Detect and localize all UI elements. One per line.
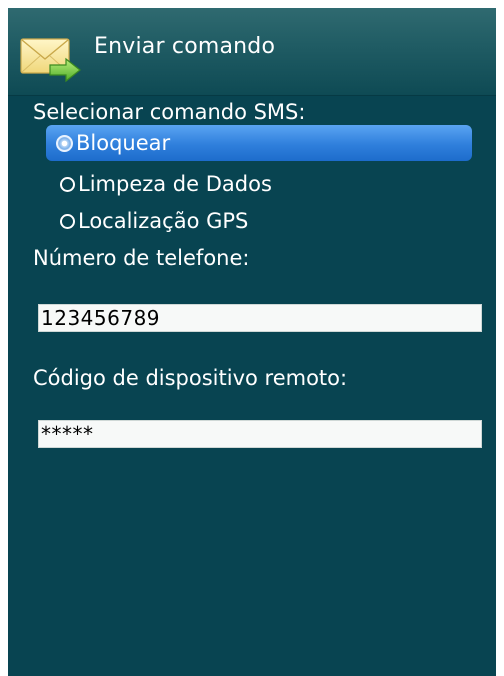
radio-option-label: Localização GPS: [78, 209, 249, 233]
radio-unselected-icon: [60, 213, 75, 229]
send-command-screen: Enviar comando Selecionar comando SMS: B…: [8, 8, 496, 676]
radio-option-label: Bloquear: [76, 131, 171, 155]
radio-option-limpeza-de-dados[interactable]: Limpeza de Dados: [46, 166, 272, 202]
radio-unselected-icon: [60, 176, 75, 192]
radio-selected-icon: [56, 134, 73, 152]
phone-number-field[interactable]: 123456789: [38, 304, 482, 332]
title-bar: Enviar comando: [8, 8, 496, 96]
phone-number-label: Número de telefone:: [33, 246, 250, 270]
remote-code-label: Código de dispositivo remoto:: [33, 366, 348, 390]
radio-option-label: Limpeza de Dados: [78, 172, 272, 196]
radio-option-localizacao-gps[interactable]: Localização GPS: [46, 203, 248, 239]
mail-send-icon: [20, 35, 82, 83]
remote-code-field[interactable]: *****: [38, 420, 482, 448]
radio-option-bloquear[interactable]: Bloquear: [46, 125, 472, 161]
sms-command-label: Selecionar comando SMS:: [33, 100, 306, 124]
screen-title: Enviar comando: [94, 34, 276, 59]
